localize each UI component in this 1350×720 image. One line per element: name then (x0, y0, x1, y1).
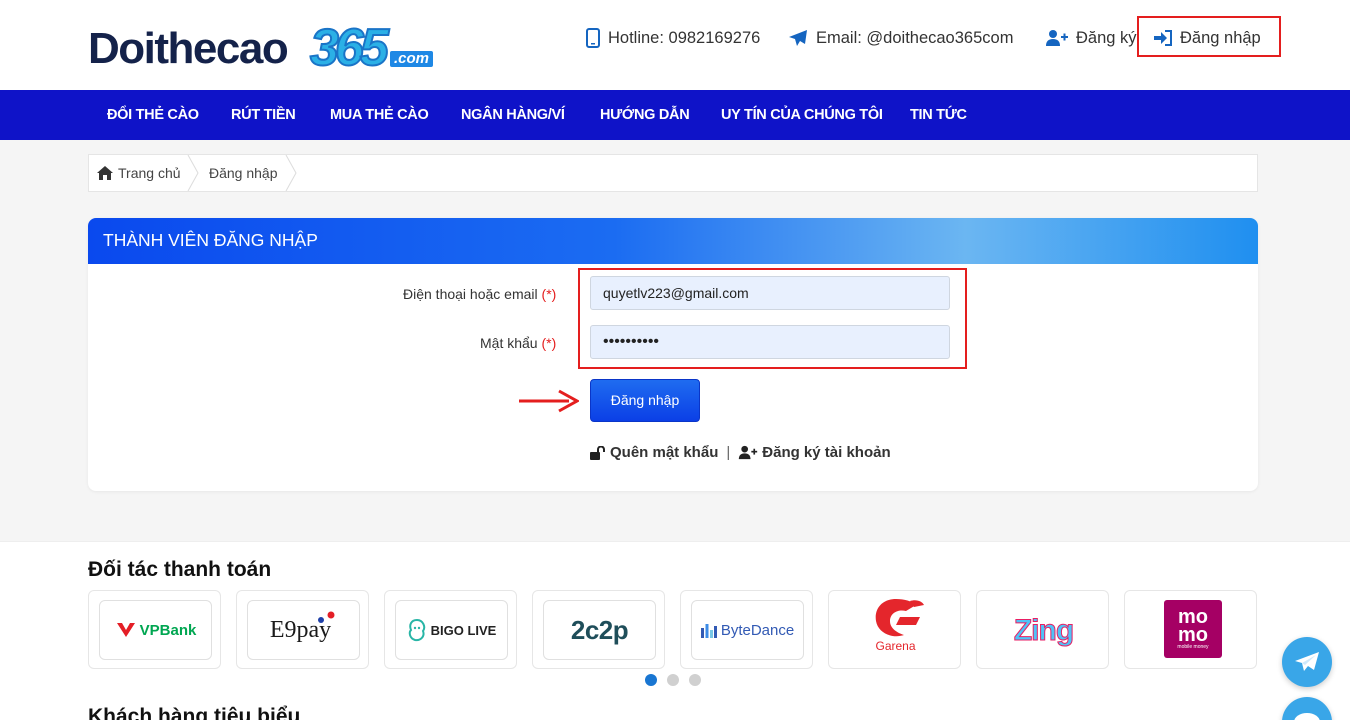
password-label: Mật khẩu (*) (480, 335, 556, 351)
register-account-link[interactable]: Đăng ký tài khoản (762, 444, 890, 461)
e9pay-dots-icon (318, 611, 335, 623)
zalo-icon (1294, 713, 1320, 720)
login-panel-header: THÀNH VIÊN ĐĂNG NHẬP (88, 218, 1258, 264)
garena-logo-icon (875, 599, 924, 637)
login-submit-button[interactable]: Đăng nhập (590, 379, 700, 422)
login-panel: THÀNH VIÊN ĐĂNG NHẬP Điện thoại hoặc ema… (88, 218, 1258, 491)
header: Doithecao 365 .com Hotline: 0982169276 E… (0, 0, 1350, 90)
email-text: Email: @doithecao365com (816, 28, 1014, 47)
carousel-dot[interactable] (667, 674, 679, 686)
partner-card-2c2p[interactable]: 2c2p (532, 590, 665, 669)
user-plus-icon (1046, 30, 1068, 46)
carousel-dot[interactable] (689, 674, 701, 686)
breadcrumb: Trang chủ Đăng nhập (88, 154, 1258, 192)
nav-item-ngan-hang-vi[interactable]: NGÂN HÀNG/VÍ (461, 90, 565, 140)
logo-text-domain: .com (390, 51, 434, 67)
hotline-text: Hotline: 0982169276 (608, 28, 761, 47)
main-nav: ĐỔI THẺ CÀO RÚT TIỀN MUA THẺ CÀO NGÂN HÀ… (0, 90, 1350, 140)
nav-item-tin-tuc[interactable]: TIN TỨC (910, 90, 967, 140)
telegram-button[interactable] (1282, 637, 1332, 687)
partner-logo-zing: Zing (977, 591, 1110, 670)
momo-line-1: mo (1178, 605, 1208, 628)
arrow-right-icon (519, 389, 579, 413)
password-label-text: Mật khẩu (480, 335, 538, 351)
login-panel-title: THÀNH VIÊN ĐĂNG NHẬP (103, 230, 318, 250)
partners-section: Đối tác thanh toán VPBank E9pay BIGO LIV… (0, 541, 1350, 720)
partner-card-zing[interactable]: Zing (976, 590, 1109, 669)
momo-line-2: mo (1178, 623, 1208, 646)
partner-card-vpbank[interactable]: VPBank (88, 590, 221, 669)
partner-name: Garena (875, 639, 916, 653)
required-mark: (*) (541, 286, 557, 302)
partners-title: Đối tác thanh toán (88, 558, 272, 581)
partner-card-bytedance[interactable]: ByteDance (680, 590, 813, 669)
partner-card-e9pay[interactable]: E9pay (236, 590, 369, 669)
telegram-icon (1295, 652, 1319, 671)
partner-name: ByteDance (720, 621, 795, 639)
partner-card-momo[interactable]: mo mo mobile money momo (1124, 590, 1257, 669)
identity-label: Điện thoại hoặc email (*) (403, 286, 556, 302)
email-link[interactable]: Email: @doithecao365com (788, 27, 1013, 49)
user-plus-icon (739, 445, 758, 460)
partner-logo-bigo: BIGO LIVE (395, 600, 508, 660)
partner-logo-garena: Garena (829, 595, 962, 667)
login-highlight-box (1137, 16, 1281, 57)
paper-plane-icon (789, 30, 807, 46)
forgot-password-link[interactable]: Quên mật khẩu (610, 444, 718, 461)
partner-name: 2c2p (570, 614, 629, 645)
carousel-dot[interactable] (645, 674, 657, 686)
nav-item-mua-the-cao[interactable]: MUA THẺ CÀO (330, 90, 429, 140)
breadcrumb-separator (187, 155, 199, 191)
links-separator: | (726, 444, 731, 461)
logo-text-number: 365 (309, 18, 390, 78)
partner-name: VPBank (139, 621, 197, 639)
breadcrumb-home[interactable]: Trang chủ (97, 155, 181, 191)
partner-logo-e9pay: E9pay (247, 600, 360, 660)
nav-item-huong-dan[interactable]: HƯỚNG DẪN (600, 90, 690, 140)
partner-logo-momo: mo mo mobile money momo (1164, 600, 1222, 658)
nav-item-doi-the-cao[interactable]: ĐỔI THẺ CÀO (107, 90, 199, 140)
breadcrumb-home-label: Trang chủ (118, 165, 181, 181)
breadcrumb-separator (285, 155, 297, 191)
partner-logo-2c2p: 2c2p (543, 600, 656, 660)
carousel-dots (645, 674, 711, 686)
customers-title: Khách hàng tiêu biểu (88, 705, 301, 720)
login-links: Quên mật khẩu | Đăng ký tài khoản (590, 444, 891, 461)
register-link[interactable]: Đăng ký (1046, 27, 1137, 49)
hotline-link[interactable]: Hotline: 0982169276 (586, 27, 760, 49)
partner-subtitle: mobile money (1177, 643, 1209, 650)
bigo-logo-icon (408, 618, 425, 642)
partner-name: BIGO LIVE (430, 622, 497, 638)
breadcrumb-current: Đăng nhập (209, 165, 278, 181)
phone-icon (586, 28, 600, 48)
nav-item-uy-tin[interactable]: UY TÍN CỦA CHÚNG TÔI (721, 90, 883, 140)
unlock-icon (590, 445, 605, 460)
bytedance-logo-icon (700, 624, 717, 638)
partner-logo-vpbank: VPBank (99, 600, 212, 660)
home-icon (97, 166, 113, 180)
partner-card-bigo[interactable]: BIGO LIVE (384, 590, 517, 669)
register-text: Đăng ký (1076, 28, 1137, 47)
partner-logo-bytedance: ByteDance (691, 600, 804, 660)
partner-name: Zing (1013, 613, 1074, 647)
vpbank-logo-icon (116, 623, 135, 637)
fields-highlight-box (578, 268, 967, 369)
logo-text-main: Doithecao (88, 24, 289, 73)
nav-item-rut-tien[interactable]: RÚT TIỀN (231, 90, 296, 140)
partner-card-garena[interactable]: Garena (828, 590, 961, 669)
identity-label-text: Điện thoại hoặc email (403, 286, 538, 302)
required-mark: (*) (541, 335, 557, 351)
